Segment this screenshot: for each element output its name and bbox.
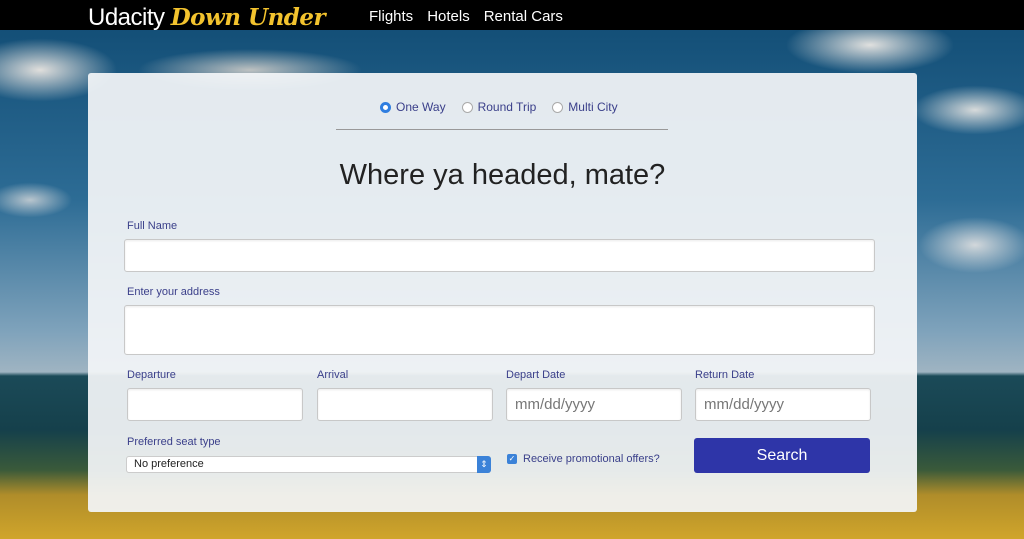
trip-one-way[interactable]: One Way [380, 100, 446, 114]
arrival-label: Arrival [317, 369, 349, 381]
nav-flights[interactable]: Flights [369, 8, 413, 25]
search-button[interactable]: Search [694, 438, 870, 473]
promo-offers-checkbox[interactable]: ✓ Receive promotional offers? [507, 453, 660, 465]
depart-date-input[interactable]: mm/dd/yyyy [506, 388, 682, 421]
main-nav: Flights Hotels Rental Cars [369, 8, 563, 25]
trip-round-trip[interactable]: Round Trip [461, 100, 536, 114]
trip-multi-city[interactable]: Multi City [552, 100, 618, 114]
seat-type-select[interactable]: No preference ⇕ [126, 456, 491, 473]
seat-type-label: Preferred seat type [127, 436, 221, 448]
address-label: Enter your address [127, 286, 220, 298]
logo[interactable]: Udacity Down Under [88, 4, 326, 32]
page-title: Where ya headed, mate? [339, 159, 666, 191]
full-name-label: Full Name [127, 220, 178, 232]
top-nav-bar: Udacity Down Under Flights Hotels Rental… [0, 0, 1024, 32]
select-arrows-icon: ⇕ [477, 456, 491, 473]
arrival-input[interactable] [317, 388, 493, 421]
full-name-input[interactable] [124, 239, 875, 272]
departure-label: Departure [127, 369, 176, 381]
return-date-input[interactable]: mm/dd/yyyy [695, 388, 871, 421]
radio-selected-icon[interactable] [380, 101, 391, 113]
radio-icon[interactable] [461, 101, 473, 113]
nav-hotels[interactable]: Hotels [427, 8, 470, 25]
trip-type-radio-group: One Way Round Trip Multi City [380, 100, 618, 114]
nav-rental-cars[interactable]: Rental Cars [484, 8, 563, 25]
divider [336, 129, 668, 130]
address-textarea[interactable] [124, 305, 875, 355]
depart-date-label: Depart Date [506, 369, 566, 381]
return-date-label: Return Date [695, 369, 755, 381]
radio-icon[interactable] [552, 101, 564, 113]
checkbox-checked-icon[interactable]: ✓ [507, 454, 517, 464]
booking-form-card: One Way Round Trip Multi City Where ya h… [88, 73, 917, 512]
departure-input[interactable] [127, 388, 303, 421]
